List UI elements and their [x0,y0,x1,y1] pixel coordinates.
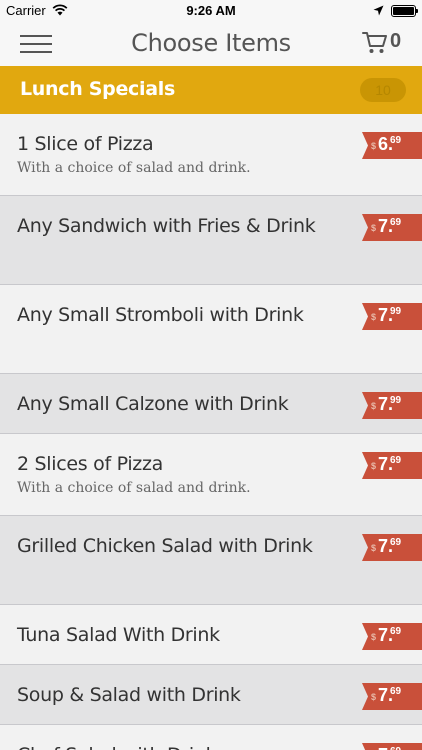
menu-item-name: 2 Slices of Pizza [17,453,163,475]
cart-count[interactable]: 0 [390,30,401,53]
price-cents: 69 [390,537,402,548]
page-title: Choose Items [131,29,291,57]
price-currency: $ [371,461,377,471]
menu-item-name: 1 Slice of Pizza [17,133,154,155]
price-cents: 69 [390,455,402,466]
price-currency: $ [371,692,377,702]
price-tag: $7.69 [362,534,422,561]
price-cents: 99 [390,306,402,317]
price-currency: $ [371,312,377,322]
menu-item[interactable]: Any Small Calzone with Drink $7. 99 [0,374,422,434]
menu-item-name: Any Sandwich with Fries & Drink [17,215,316,237]
price-currency: $ [371,632,377,642]
status-bar: Carrier 9:26 AM [0,0,422,22]
price-cents: 69 [390,746,401,750]
menu-item[interactable]: Any Small Stromboli with Drink $7. 99 [0,285,422,374]
price-cents: 99 [390,395,402,406]
menu-item[interactable]: Chef Salad with Drink $7.69 [0,725,422,750]
menu-item[interactable]: Any Sandwich with Fries & Drink $7. 69 [0,196,422,285]
price-currency: $ [371,141,377,151]
menu-item[interactable]: 1 Slice of Pizza With a choice of salad a… [0,114,422,196]
menu-item-name: Any Small Stromboli with Drink [17,304,304,326]
menu-item-name: Tuna Salad With Drink [17,624,220,646]
price-cents: 69 [390,626,402,637]
menu-item[interactable]: Grilled Chicken Salad with Drink $7. 69 [0,516,422,605]
category-header[interactable]: Lunch Specials 10 [0,66,422,114]
category-title: Lunch Specials [20,78,175,100]
price-tag: $6. 69 [362,132,422,159]
price-cents: 69 [390,217,402,228]
menu-item-name: Any Small Calzone with Drink [17,393,289,415]
navigation-bar: Choose Items 0 [0,22,422,66]
price-cents: 69 [390,686,402,697]
price-tag: $7.69 [362,683,422,710]
menu-item-name: Grilled Chicken Salad with Drink [17,535,313,557]
menu-item[interactable]: Soup & Salad with Drink $7. 69 [0,665,422,725]
menu-item[interactable]: 2 Slices of Pizza With a choice of salad … [0,434,422,516]
price-tag: $7. 99 [362,392,422,419]
battery-icon [391,5,418,17]
location-icon [373,5,384,16]
menu-item-list: 1 Slice of Pizza With a choice of salad a… [0,114,422,750]
menu-item[interactable]: Tuna Salad With Drink $7. 69 [0,605,422,665]
category-item-count-badge: 10 [360,78,406,102]
menu-item-name: Soup & Salad with Drink [17,684,241,706]
price-currency: $ [371,543,377,553]
price-cents: 69 [390,135,402,146]
price-currency: $ [371,223,377,233]
cart-icon[interactable] [362,31,388,55]
price-tag: $7.69 [362,623,422,650]
price-tag: $7.69 [362,214,422,241]
menu-item-description: With a choice of salad and drink. [17,160,251,176]
price-tag: $7.69 [362,452,422,479]
price-tag: $7.69 [362,743,422,750]
menu-item-name: Chef Salad with Drink [17,741,317,750]
price-tag: $7. 99 [362,303,422,330]
price-currency: $ [371,401,377,411]
status-time: 9:26 AM [186,3,236,18]
menu-item-description: With a choice of salad and drink. [17,480,251,496]
